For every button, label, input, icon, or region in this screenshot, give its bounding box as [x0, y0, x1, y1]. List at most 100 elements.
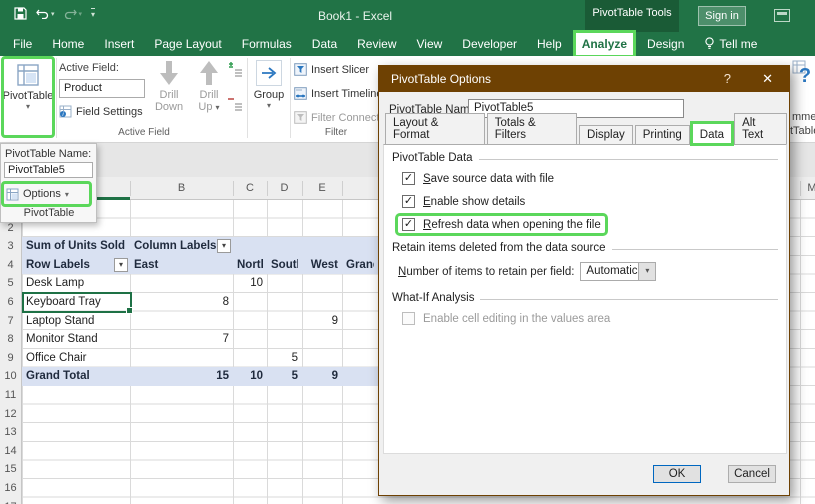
ribbon-tab-home[interactable]: Home: [45, 32, 91, 56]
cancel-button[interactable]: Cancel: [728, 465, 776, 483]
dialog-close-icon[interactable]: ✕: [762, 71, 773, 87]
ribbon-tab-data[interactable]: Data: [305, 32, 344, 56]
grid-cell-A7[interactable]: Laptop Stand: [26, 312, 126, 331]
row-header-4[interactable]: 4: [0, 259, 21, 271]
grid-cell-A10[interactable]: Grand Total: [26, 367, 126, 386]
ribbon-tab-design[interactable]: Design: [640, 32, 691, 56]
column-header-B[interactable]: B: [130, 177, 233, 199]
active-field-input[interactable]: Product: [59, 79, 145, 98]
popup-pivottable-name-input[interactable]: PivotTable5: [4, 162, 93, 178]
ribbon-tab-developer[interactable]: Developer: [455, 32, 524, 56]
row-header-10[interactable]: 10: [0, 370, 21, 382]
sign-in-button[interactable]: Sign in: [698, 6, 746, 26]
ribbon-tab-formulas[interactable]: Formulas: [235, 32, 299, 56]
row-header-9[interactable]: 9: [0, 352, 21, 364]
grid-cell-C4[interactable]: North: [237, 256, 263, 275]
grid-cell-B6[interactable]: 8: [134, 293, 229, 312]
grid-cell-C10[interactable]: 10: [237, 367, 263, 386]
dialog-tab-alt-text[interactable]: Alt Text: [734, 113, 787, 144]
grid-cell-A5[interactable]: Desk Lamp: [26, 274, 126, 293]
drill-down-button[interactable]: Drill Down: [150, 60, 188, 113]
group-button[interactable]: Group ▾: [251, 60, 287, 110]
dialog-help-icon[interactable]: ?: [724, 71, 731, 86]
row-header-3[interactable]: 3: [0, 240, 21, 252]
redo-button[interactable]: ▾: [64, 8, 83, 19]
checkbox[interactable]: ✓: [402, 218, 415, 231]
ribbon-tab-analyze[interactable]: Analyze: [575, 32, 634, 56]
grid-cell-D4[interactable]: South: [271, 256, 298, 275]
checkbox[interactable]: ✓: [402, 195, 415, 208]
ribbon-display-options-icon[interactable]: [774, 9, 790, 22]
dialog-tab-totals-filters[interactable]: Totals & Filters: [487, 113, 577, 144]
grid-cell-B10[interactable]: 15: [134, 367, 229, 386]
column-header-E[interactable]: E: [302, 177, 342, 199]
checkbox[interactable]: ✓: [402, 172, 415, 185]
ribbon-tab-review[interactable]: Review: [350, 32, 403, 56]
grid-cell-E10[interactable]: 9: [306, 367, 338, 386]
insert-slicer-button[interactable]: Insert Slicer: [294, 63, 369, 76]
row-header-6[interactable]: 6: [0, 296, 21, 308]
ribbon-tab-tell-me[interactable]: Tell me: [697, 32, 764, 56]
pivottable-group-button[interactable]: PivotTable ▾: [4, 59, 52, 135]
dialog-title-bar[interactable]: PivotTable Options ? ✕: [379, 66, 789, 92]
grid-cell-B4[interactable]: East: [134, 256, 229, 275]
grid-cell-E4[interactable]: West: [306, 256, 338, 275]
checkbox-row-save-source-data[interactable]: ✓Save source data with file: [398, 170, 558, 187]
ribbon-tab-help[interactable]: Help: [530, 32, 569, 56]
row-header-16[interactable]: 16: [0, 482, 21, 494]
options-button[interactable]: Options ▾: [4, 184, 89, 204]
column-header-D[interactable]: D: [267, 177, 302, 199]
grid-cell-D9[interactable]: 5: [271, 349, 298, 368]
field-settings-button[interactable]: i Field Settings: [59, 105, 143, 118]
expand-field-icon[interactable]: [228, 62, 243, 77]
grid-cell-A6[interactable]: Keyboard Tray: [26, 293, 126, 312]
dialog-tab-display[interactable]: Display: [579, 125, 633, 144]
row-header-13[interactable]: 13: [0, 426, 21, 438]
undo-button[interactable]: ▾: [36, 8, 55, 19]
row-header-8[interactable]: 8: [0, 333, 21, 345]
retain-dropdown[interactable]: Automatic ▾: [580, 262, 656, 281]
row-header-2[interactable]: 2: [0, 222, 21, 234]
grid-cell-A8[interactable]: Monitor Stand: [26, 330, 126, 349]
grid-cell-B3[interactable]: Column Labels: [134, 237, 229, 256]
customize-qat-icon[interactable]: ▾: [91, 8, 95, 19]
row-header-15[interactable]: 15: [0, 463, 21, 475]
pivot-filter-dropdown-icon[interactable]: ▾: [217, 239, 231, 253]
checkbox-row-enable-cell-editing[interactable]: Enable cell editing in the values area: [398, 310, 614, 327]
grid-cell-A4[interactable]: Row Labels: [26, 256, 126, 275]
insert-timeline-button[interactable]: Insert Timeline: [294, 87, 383, 100]
drill-up-button[interactable]: Drill Up ▾: [190, 60, 228, 113]
ribbon-tab-page-layout[interactable]: Page Layout: [147, 32, 228, 56]
save-icon[interactable]: [14, 7, 27, 20]
row-header-12[interactable]: 12: [0, 408, 21, 420]
column-header-m[interactable]: M: [800, 177, 815, 199]
retain-dropdown-arrow-icon[interactable]: ▾: [638, 263, 655, 280]
collapse-field-icon[interactable]: [228, 96, 243, 111]
checkbox-enable-cell-editing[interactable]: [402, 312, 415, 325]
dialog-tab-printing[interactable]: Printing: [635, 125, 690, 144]
row-header-7[interactable]: 7: [0, 315, 21, 327]
dialog-tab-layout-format[interactable]: Layout & Format: [385, 113, 485, 144]
grid-cell-C5[interactable]: 10: [237, 274, 263, 293]
ribbon-tab-file[interactable]: File: [6, 32, 39, 56]
dialog-tab-data[interactable]: Data: [692, 123, 732, 144]
grid-cell-A3[interactable]: Sum of Units Sold: [26, 237, 126, 256]
grid-cell-B8[interactable]: 7: [134, 330, 229, 349]
checkbox-row-refresh-data-when[interactable]: ✓Refresh data when opening the file: [398, 216, 605, 233]
redo-dropdown-icon[interactable]: ▾: [79, 10, 83, 18]
grid-cell-A9[interactable]: Office Chair: [26, 349, 126, 368]
pivot-help-icon[interactable]: ?: [792, 60, 812, 86]
checkbox-row-enable-show-details[interactable]: ✓Enable show details: [398, 193, 529, 210]
grid-cell-F4[interactable]: Grand: [346, 256, 374, 275]
pivot-filter-dropdown-icon[interactable]: ▾: [114, 258, 128, 272]
ribbon-tab-insert[interactable]: Insert: [97, 32, 141, 56]
grid-cell-E7[interactable]: 9: [306, 312, 338, 331]
grid-cell-D10[interactable]: 5: [271, 367, 298, 386]
row-header-11[interactable]: 11: [0, 389, 21, 401]
ribbon-tab-view[interactable]: View: [410, 32, 450, 56]
row-header-17[interactable]: 17: [0, 501, 21, 504]
undo-dropdown-icon[interactable]: ▾: [51, 10, 55, 18]
ok-button[interactable]: OK: [653, 465, 701, 483]
filter-connections-button[interactable]: Filter Connect: [294, 111, 379, 124]
row-header-5[interactable]: 5: [0, 277, 21, 289]
